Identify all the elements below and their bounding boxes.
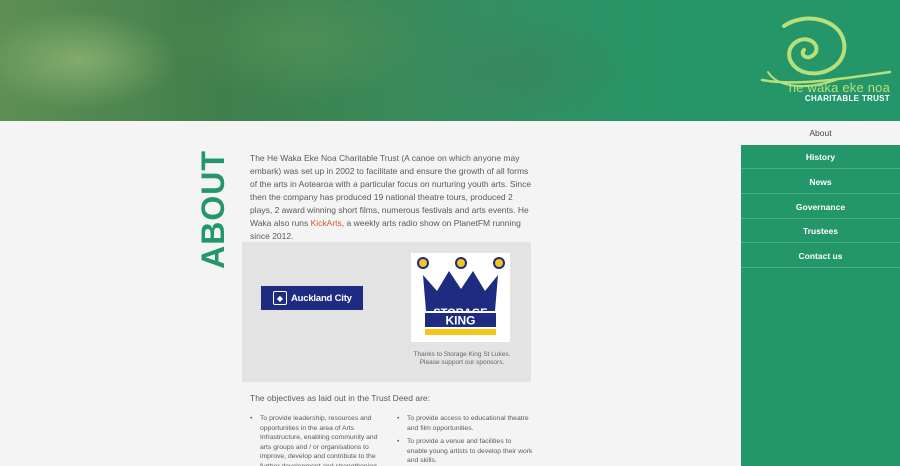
- nav-item-news[interactable]: News: [741, 170, 900, 194]
- kickarts-link[interactable]: KickArts: [311, 218, 342, 228]
- objectives-list-left: To provide leadership, resources and opp…: [250, 414, 380, 466]
- page-title-text: ABOUT: [194, 149, 231, 269]
- list-item: To provide access to educational theatre…: [397, 414, 533, 433]
- intro-paragraph: The He Waka Eke Noa Charitable Trust (A …: [250, 152, 532, 243]
- sponsors-panel: ◆ Auckland City STORAGE KING Thanks to S…: [242, 242, 531, 382]
- auckland-city-label: Auckland City: [291, 292, 352, 304]
- sponsor-caption-line2: Please support our sponsors.: [419, 359, 505, 366]
- nav-item-trustees[interactable]: Trustees: [741, 219, 900, 243]
- auckland-city-logo[interactable]: ◆ Auckland City: [261, 286, 363, 310]
- nav-item-about[interactable]: About: [741, 121, 900, 145]
- nav-item-contact-us[interactable]: Contact us: [741, 244, 900, 268]
- list-item: To provide leadership, resources and opp…: [250, 414, 380, 466]
- nav-item-governance[interactable]: Governance: [741, 195, 900, 219]
- header-banner: he waka eke noa CHARITABLE TRUST: [0, 0, 900, 121]
- storage-king-line2: KING: [446, 314, 476, 328]
- brand-title[interactable]: he waka eke noa: [789, 80, 890, 95]
- objectives-heading: The objectives as laid out in the Trust …: [250, 393, 431, 403]
- list-item: To provide a venue and facilities to ena…: [397, 437, 533, 466]
- brand-subtitle: CHARITABLE TRUST: [804, 94, 890, 103]
- sidebar-nav: About History News Governance Trustees C…: [741, 121, 900, 466]
- sponsor-caption: Thanks to Storage King St Lukes. Please …: [392, 351, 532, 367]
- storage-king-logo[interactable]: STORAGE KING: [411, 253, 510, 342]
- intro-text: The He Waka Eke Noa Charitable Trust (A …: [250, 153, 532, 228]
- sponsor-caption-line1: Thanks to Storage King St Lukes.: [413, 351, 511, 358]
- nav-item-history[interactable]: History: [741, 145, 900, 169]
- auckland-crest-icon: ◆: [273, 291, 287, 305]
- objectives-list-right: To provide access to educational theatre…: [397, 414, 533, 466]
- page-title: ABOUT: [193, 149, 233, 269]
